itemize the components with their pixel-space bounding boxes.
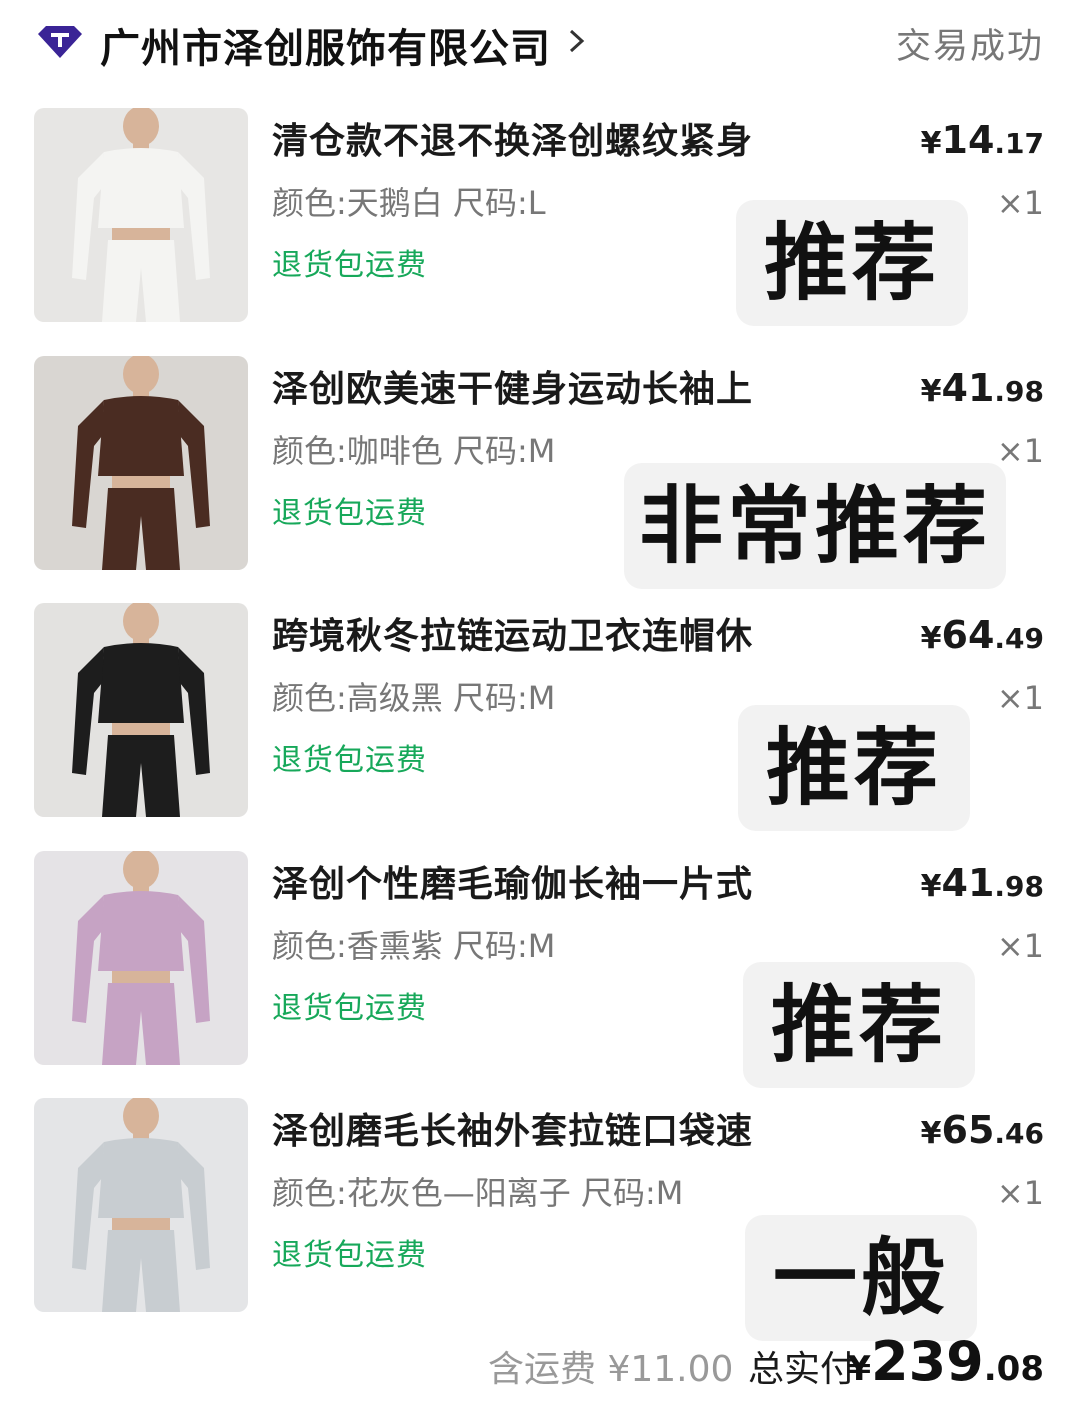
total-integer: 239 [871,1330,984,1393]
product-thumbnail[interactable] [34,108,248,322]
rating-annotation: 非常推荐 [624,463,1006,589]
price-decimal: .46 [994,1117,1044,1150]
total-paid-amount: ¥239.08 [847,1330,1044,1393]
total-paid-label: 总实付 [748,1349,857,1390]
order-header: 广州市泽创服饰有限公司 交易成功 [0,0,1080,84]
rating-annotation: 推荐 [743,962,975,1088]
product-spec: 颜色:香熏紫 尺码:M [272,927,556,965]
product-quantity: ×1 [996,679,1044,717]
product-price: ¥14.17 [921,118,1044,162]
price-decimal: .17 [994,127,1044,160]
total-decimal: .08 [983,1349,1044,1389]
price-currency: ¥ [920,126,942,161]
price-decimal: .49 [994,622,1044,655]
product-photo [34,1098,248,1312]
price-currency: ¥ [920,621,942,656]
product-photo [34,356,248,570]
product-spec: 颜色:高级黑 尺码:M [272,679,556,717]
product-title[interactable]: 泽创个性磨毛瑜伽长袖一片式 [272,855,792,907]
shipping-fee-label: 含运费 ¥11.00 [488,1349,734,1390]
return-shipping-tag: 退货包运费 [272,743,427,778]
product-quantity: ×1 [996,184,1044,222]
product-spec: 颜色:天鹅白 尺码:L [272,184,546,222]
product-thumbnail[interactable] [34,1098,248,1312]
product-quantity: ×1 [996,432,1044,470]
rating-annotation: 推荐 [736,200,968,326]
total-currency: ¥ [847,1349,872,1389]
product-spec: 颜色:花灰色—阳离子 尺码:M [272,1174,684,1212]
product-title[interactable]: 泽创磨毛长袖外套拉链口袋速 [272,1102,792,1154]
product-price: ¥65.46 [921,1108,1044,1152]
price-integer: 14 [941,118,995,162]
product-thumbnail[interactable] [34,356,248,570]
product-spec: 颜色:咖啡色 尺码:M [272,432,556,470]
rating-annotation: 一般 [745,1215,977,1341]
order-status: 交易成功 [895,27,1044,67]
chevron-right-icon[interactable] [566,26,588,56]
price-decimal: .98 [994,375,1044,408]
product-photo [34,108,248,322]
return-shipping-tag: 退货包运费 [272,1238,427,1273]
product-photo [34,603,248,817]
price-decimal: .98 [994,870,1044,903]
product-title[interactable]: 跨境秋冬拉链运动卫衣连帽休 [272,607,792,659]
product-price: ¥41.98 [921,366,1044,410]
product-title[interactable]: 泽创欧美速干健身运动长袖上 [272,360,792,412]
price-integer: 41 [941,366,995,410]
price-currency: ¥ [920,869,942,904]
product-price: ¥64.49 [921,613,1044,657]
rating-annotation: 推荐 [738,705,970,831]
product-photo [34,851,248,1065]
price-integer: 65 [941,1108,995,1152]
product-title[interactable]: 清仓款不退不换泽创螺纹紧身 [272,112,792,164]
return-shipping-tag: 退货包运费 [272,248,427,283]
product-thumbnail[interactable] [34,851,248,1065]
price-currency: ¥ [920,374,942,409]
price-integer: 64 [941,613,995,657]
return-shipping-tag: 退货包运费 [272,496,427,531]
product-thumbnail[interactable] [34,603,248,817]
price-currency: ¥ [920,1116,942,1151]
return-shipping-tag: 退货包运费 [272,991,427,1026]
product-price: ¥41.98 [921,861,1044,905]
diamond-store-icon[interactable] [38,24,82,58]
store-name[interactable]: 广州市泽创服饰有限公司 [100,16,551,74]
price-integer: 41 [941,861,995,905]
product-quantity: ×1 [996,927,1044,965]
product-quantity: ×1 [996,1174,1044,1212]
order-summary: 含运费 ¥11.00 总实付 ¥239.08 [0,1330,1080,1400]
